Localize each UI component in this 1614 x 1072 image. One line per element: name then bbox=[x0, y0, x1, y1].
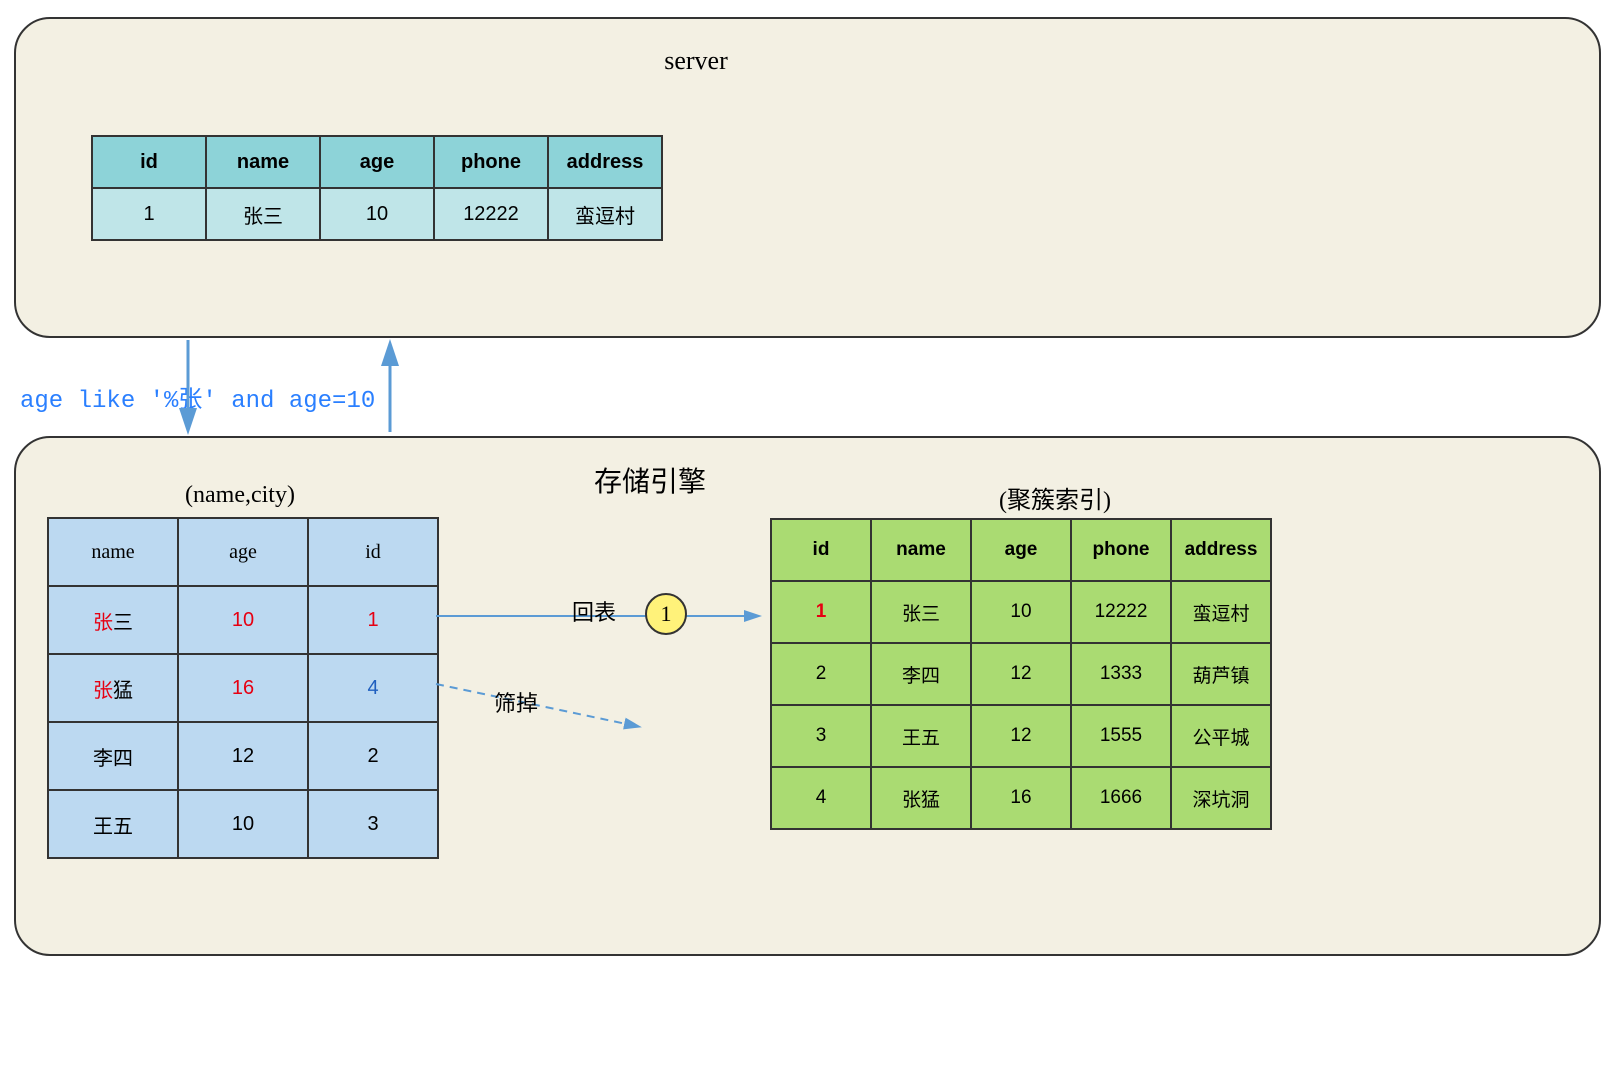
cell: 1666 bbox=[1071, 767, 1171, 829]
cell: 10 bbox=[971, 581, 1071, 643]
secondary-index-table: name age id 张三 10 1 张猛 16 4 李四 12 2 王五 1… bbox=[47, 517, 439, 859]
server-title: server bbox=[636, 46, 756, 76]
table-row: 1 张三 10 12222 蛮逗村 bbox=[771, 581, 1271, 643]
cell: 1333 bbox=[1071, 643, 1171, 705]
cell: 4 bbox=[308, 654, 438, 722]
cell: 王五 bbox=[871, 705, 971, 767]
arrow-up-icon bbox=[380, 340, 410, 440]
table-row: 李四 12 2 bbox=[48, 722, 438, 790]
cell: 12 bbox=[971, 705, 1071, 767]
col-id: id bbox=[771, 519, 871, 581]
cell: 10 bbox=[178, 586, 308, 654]
cell: 16 bbox=[178, 654, 308, 722]
cell: 蛮逗村 bbox=[548, 188, 662, 240]
col-age: age bbox=[178, 518, 308, 586]
col-age: age bbox=[320, 136, 434, 188]
table-header-row: name age id bbox=[48, 518, 438, 586]
cell: 4 bbox=[771, 767, 871, 829]
engine-title: 存储引擎 bbox=[570, 460, 730, 500]
table-row: 张三 10 1 bbox=[48, 586, 438, 654]
lookup-label: 回表 bbox=[572, 595, 616, 627]
cell: 10 bbox=[178, 790, 308, 858]
col-phone: phone bbox=[434, 136, 548, 188]
cell: 3 bbox=[308, 790, 438, 858]
cell: 张三 bbox=[48, 586, 178, 654]
col-name: name bbox=[206, 136, 320, 188]
cell: 王五 bbox=[48, 790, 178, 858]
table-row: 王五 10 3 bbox=[48, 790, 438, 858]
cell: 1 bbox=[308, 586, 438, 654]
arrow-down-icon bbox=[178, 340, 208, 440]
cell: 张猛 bbox=[871, 767, 971, 829]
cell: 张三 bbox=[871, 581, 971, 643]
cell: 10 bbox=[320, 188, 434, 240]
col-age: age bbox=[971, 519, 1071, 581]
cell: 深坑洞 bbox=[1171, 767, 1271, 829]
cell: 12 bbox=[971, 643, 1071, 705]
col-name: name bbox=[48, 518, 178, 586]
col-id: id bbox=[308, 518, 438, 586]
cell: 张三 bbox=[206, 188, 320, 240]
clustered-index-label: (聚簇索引) bbox=[955, 480, 1155, 515]
col-address: address bbox=[1171, 519, 1271, 581]
cell: 2 bbox=[771, 643, 871, 705]
filter-label: 筛掉 bbox=[494, 686, 538, 718]
table-row: 张猛 16 4 bbox=[48, 654, 438, 722]
cell: 1 bbox=[771, 581, 871, 643]
server-result-table: id name age phone address 1 张三 10 12222 … bbox=[91, 135, 663, 241]
table-row: 4 张猛 16 1666 深坑洞 bbox=[771, 767, 1271, 829]
col-name: name bbox=[871, 519, 971, 581]
cell: 16 bbox=[971, 767, 1071, 829]
table-header-row: id name age phone address bbox=[92, 136, 662, 188]
cell: 蛮逗村 bbox=[1171, 581, 1271, 643]
cell: 1 bbox=[92, 188, 206, 240]
cell: 12 bbox=[178, 722, 308, 790]
clustered-index-table: id name age phone address 1 张三 10 12222 … bbox=[770, 518, 1272, 830]
col-id: id bbox=[92, 136, 206, 188]
table-header-row: id name age phone address bbox=[771, 519, 1271, 581]
cell: 葫芦镇 bbox=[1171, 643, 1271, 705]
secondary-index-label: (name,city) bbox=[140, 482, 340, 509]
cell: 12222 bbox=[434, 188, 548, 240]
table-row: 2 李四 12 1333 葫芦镇 bbox=[771, 643, 1271, 705]
cell: 李四 bbox=[871, 643, 971, 705]
col-phone: phone bbox=[1071, 519, 1171, 581]
step-circle: 1 bbox=[645, 593, 687, 635]
cell: 1555 bbox=[1071, 705, 1171, 767]
cell: 12222 bbox=[1071, 581, 1171, 643]
cell: 李四 bbox=[48, 722, 178, 790]
table-row: 1 张三 10 12222 蛮逗村 bbox=[92, 188, 662, 240]
cell: 张猛 bbox=[48, 654, 178, 722]
col-address: address bbox=[548, 136, 662, 188]
arrow-filter-icon bbox=[436, 676, 656, 736]
cell: 3 bbox=[771, 705, 871, 767]
cell: 公平城 bbox=[1171, 705, 1271, 767]
table-row: 3 王五 12 1555 公平城 bbox=[771, 705, 1271, 767]
cell: 2 bbox=[308, 722, 438, 790]
